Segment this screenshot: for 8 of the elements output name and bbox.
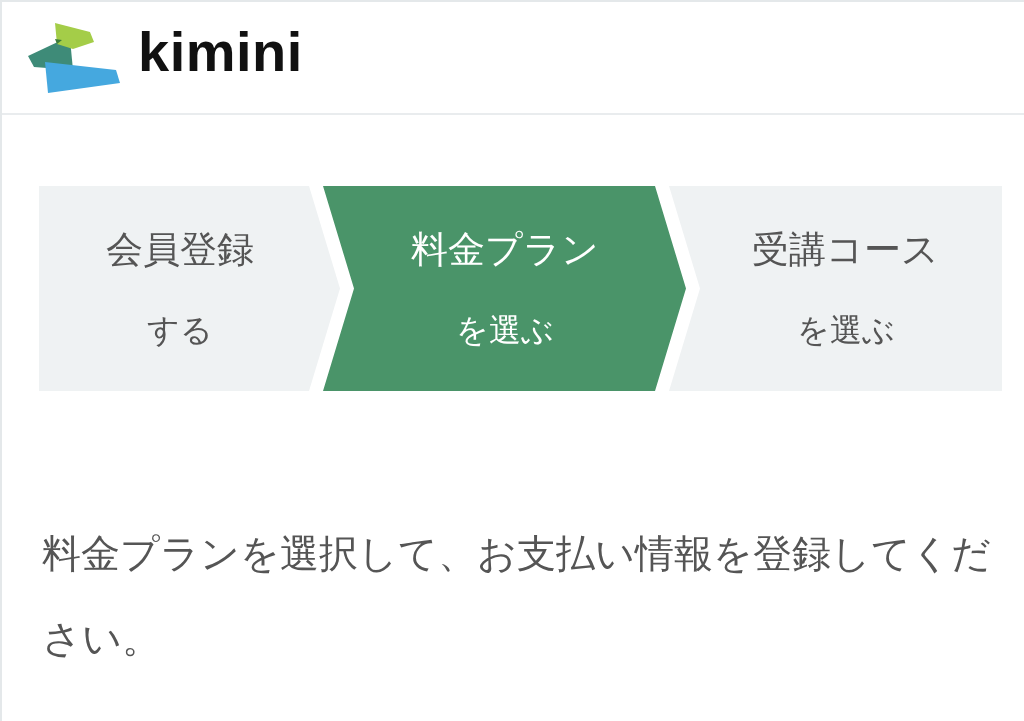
logo-text: kimini	[138, 23, 303, 80]
step-title: 料金プラン	[410, 228, 599, 272]
step-title: 受講コース	[752, 228, 939, 272]
step-title: 会員登録	[105, 228, 254, 272]
instruction-text: 料金プランを選択して、お支払い情報を登録してください。	[42, 530, 992, 663]
step-subtitle: を選ぶ	[796, 310, 895, 350]
step-subtitle: する	[146, 310, 213, 350]
step-subtitle: を選ぶ	[455, 310, 554, 350]
